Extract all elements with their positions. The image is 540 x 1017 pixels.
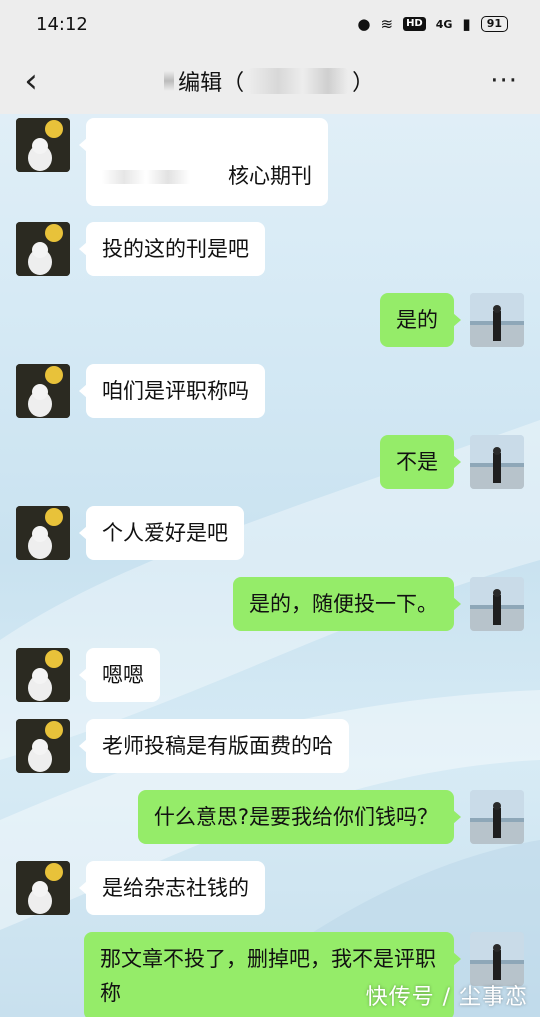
redacted-text — [102, 170, 212, 184]
hd-badge: HD — [403, 17, 426, 31]
message-bubble[interactable]: 投的这的刊是吧 — [79, 222, 265, 276]
message-text: 是给杂志社钱的 — [102, 876, 249, 900]
message-text: 老师投稿是有版面费的哈 — [102, 734, 333, 758]
message-row: 什么意思?是要我给你们钱吗？ — [0, 790, 540, 844]
redacted-text — [164, 71, 175, 91]
contact-avatar[interactable] — [16, 719, 70, 773]
message-text: 投的这的刊是吧 — [102, 237, 249, 261]
message-row: 投的这的刊是吧 — [0, 222, 540, 276]
message-row: 是的，随便投一下。 — [0, 577, 540, 631]
redacted-text — [248, 68, 349, 94]
contact-avatar[interactable] — [16, 118, 70, 172]
message-bubble[interactable]: 什么意思?是要我给你们钱吗？ — [137, 790, 462, 844]
title-end: ） — [352, 71, 375, 96]
message-row: 老师投稿是有版面费的哈 — [0, 719, 540, 773]
message-row: 咱们是评职称吗 — [0, 364, 540, 418]
battery-icon: 91 — [480, 16, 508, 32]
message-bubble[interactable]: 个人爱好是吧 — [79, 506, 244, 560]
status-bar: 14:12 ● ≋ HD 4G ▮ 91 — [0, 0, 540, 48]
contact-avatar[interactable] — [16, 364, 70, 418]
message-bubble[interactable]: 是给杂志社钱的 — [79, 861, 265, 915]
message-row: 核心期刊 — [0, 118, 540, 210]
message-row: 嗯嗯 — [0, 648, 540, 702]
contact-avatar[interactable] — [16, 506, 70, 560]
message-bubble[interactable]: 老师投稿是有版面费的哈 — [79, 719, 349, 773]
more-icon[interactable]: ··· — [490, 66, 518, 96]
message-text: 不是 — [396, 450, 438, 474]
message-text: 什么意思?是要我给你们钱吗？ — [153, 805, 438, 829]
chat-title: 编辑（ ） — [164, 65, 374, 97]
message-bubble[interactable]: 咱们是评职称吗 — [79, 364, 265, 418]
message-list: 核心期刊 投的这的刊是吧 是的 咱们是评职称吗 不是 个人爱好是吧 是的，随便投… — [0, 114, 540, 1017]
message-bubble[interactable]: 核心期刊 — [79, 118, 328, 206]
message-row: 不是 — [0, 435, 540, 489]
message-text: 是的 — [396, 308, 438, 332]
message-text: 核心期刊 — [228, 164, 312, 188]
my-avatar[interactable] — [470, 577, 524, 631]
my-avatar[interactable] — [470, 932, 524, 986]
message-bubble[interactable]: 是的 — [380, 293, 461, 347]
message-text: 个人爱好是吧 — [102, 521, 228, 545]
wifi-icon: ≋ — [380, 15, 394, 33]
chevron-left-icon[interactable]: ‹ — [14, 64, 48, 98]
chat-header: ‹ 编辑（ ） ··· — [0, 48, 540, 114]
message-bubble[interactable]: 嗯嗯 — [79, 648, 160, 702]
my-avatar[interactable] — [470, 435, 524, 489]
contact-avatar[interactable] — [16, 648, 70, 702]
network-indicator: 4G — [435, 17, 453, 31]
contact-avatar[interactable] — [16, 222, 70, 276]
message-row: 是的 — [0, 293, 540, 347]
message-row: 是给杂志社钱的 — [0, 861, 540, 915]
my-avatar[interactable] — [470, 790, 524, 844]
status-time: 14:12 — [36, 13, 88, 35]
message-bubble[interactable]: 是的，随便投一下。 — [233, 577, 461, 631]
alarm-icon: ● — [357, 15, 371, 33]
signal-icon: ▮ — [462, 15, 471, 33]
message-text: 是的，随便投一下。 — [249, 592, 438, 616]
message-text: 嗯嗯 — [102, 663, 144, 687]
title-text: 编辑（ — [178, 71, 245, 96]
message-bubble[interactable]: 不是 — [380, 435, 461, 489]
message-text: 咱们是评职称吗 — [102, 379, 249, 403]
my-avatar[interactable] — [470, 293, 524, 347]
message-row: 个人爱好是吧 — [0, 506, 540, 560]
contact-avatar[interactable] — [16, 861, 70, 915]
watermark: 快传号 / 尘事恋 — [365, 985, 528, 1010]
